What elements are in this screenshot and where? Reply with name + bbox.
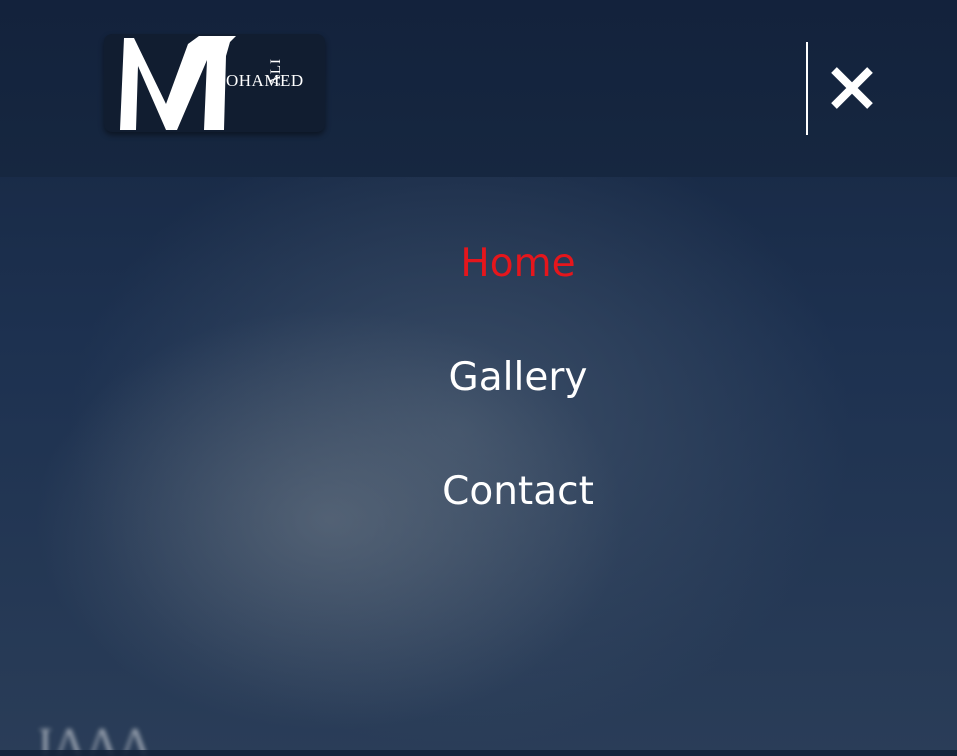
close-icon [831, 67, 873, 109]
close-menu-button[interactable] [826, 62, 878, 114]
site-logo[interactable]: ALI OHAMED [104, 34, 325, 132]
site-header: ALI OHAMED [0, 0, 957, 177]
fullscreen-nav-menu: Home Gallery Contact [0, 177, 957, 577]
nav-item-home[interactable]: Home [318, 234, 718, 294]
nav-item-gallery[interactable]: Gallery [318, 348, 718, 408]
bottom-edge [0, 750, 957, 756]
page: ΙΛΛΛ ALI OHAMED Home Gallery Contact [0, 0, 957, 756]
header-divider [806, 42, 808, 135]
logo-text-ohamed: OHAMED [226, 71, 304, 90]
nav-item-contact[interactable]: Contact [318, 462, 718, 522]
